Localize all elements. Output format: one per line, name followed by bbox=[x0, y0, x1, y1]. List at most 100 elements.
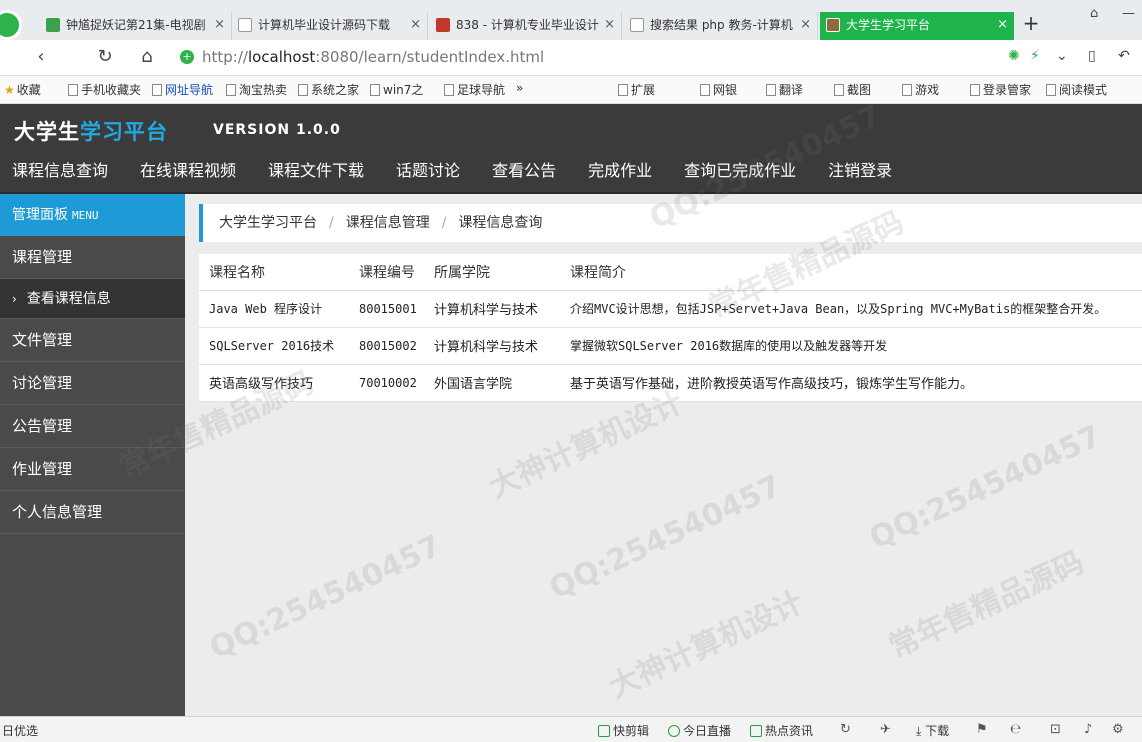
nav-completed-homework[interactable]: 查询已完成作业 bbox=[672, 158, 812, 188]
minimize-icon[interactable]: — bbox=[1122, 6, 1135, 21]
cell-college: 计算机科学与技术 bbox=[424, 327, 560, 365]
star-icon: ★ bbox=[4, 83, 15, 97]
nav-online-video[interactable]: 在线课程视频 bbox=[128, 158, 252, 188]
sidebar-item-file-management[interactable]: 文件管理 bbox=[0, 319, 185, 362]
nav-logout[interactable]: 注销登录 bbox=[816, 158, 908, 188]
brand-logo: 大学生学习平台 bbox=[14, 120, 168, 144]
chevron-right-icon: › bbox=[12, 292, 17, 306]
tab-title: 钟馗捉妖记第21集-电视剧 bbox=[66, 18, 206, 32]
sidebar: 管理面板 MENU 课程管理 › 查看课程信息 文件管理 讨论管理 公告管理 作业管… bbox=[0, 194, 185, 716]
settings-icon[interactable]: ⚙ bbox=[1112, 722, 1124, 737]
breadcrumb-item[interactable]: 课程信息管理 bbox=[346, 215, 430, 231]
status-live[interactable]: 今日直播 bbox=[668, 722, 731, 739]
toolbar-reading-mode[interactable]: 阅读模式 bbox=[1046, 81, 1107, 98]
sidebar-item-discussion-management[interactable]: 讨论管理 bbox=[0, 362, 185, 405]
browser-logo-icon[interactable] bbox=[0, 10, 22, 40]
bookmark-item[interactable]: 系统之家 bbox=[298, 81, 359, 98]
page-icon bbox=[226, 84, 236, 96]
sidebar-item-profile-management[interactable]: 个人信息管理 bbox=[0, 491, 185, 534]
refresh-icon[interactable]: ↻ bbox=[840, 722, 851, 737]
puzzle-icon bbox=[618, 84, 628, 96]
zoom-icon[interactable]: ⊡ bbox=[1050, 722, 1061, 737]
browser-tab-active[interactable]: 大学生学习平台 × bbox=[820, 12, 1014, 40]
bookmarks-bar: ★ 收藏 手机收藏夹 网址导航 淘宝热卖 系统之家 win7之 足球导航 » 扩展… bbox=[0, 76, 1142, 104]
sidebar-subitem-view-courses[interactable]: › 查看课程信息 bbox=[0, 279, 185, 319]
browser-tab[interactable]: 搜索结果 php 教务-计算机 × bbox=[624, 12, 818, 40]
sidebar-subitem-label: 查看课程信息 bbox=[26, 291, 111, 307]
status-download[interactable]: ⤓ 下载 bbox=[916, 722, 949, 739]
url-input[interactable]: + http://localhost:8080/learn/studentInd… bbox=[172, 44, 1072, 72]
nav-do-homework[interactable]: 完成作业 bbox=[576, 158, 668, 188]
toolbar-extensions[interactable]: 扩展 bbox=[618, 81, 655, 98]
cell-description: 掌握微软SQLServer 2016数据库的使用以及触发器等开发 bbox=[560, 327, 1142, 365]
bookmark-item[interactable]: 淘宝热卖 bbox=[226, 81, 287, 98]
status-quick-edit[interactable]: 快剪辑 bbox=[598, 722, 649, 739]
bank-icon bbox=[700, 84, 710, 96]
nav-file-download[interactable]: 课程文件下载 bbox=[256, 158, 380, 188]
undo-icon[interactable]: ↶ bbox=[1118, 48, 1130, 64]
browser-tab[interactable]: 838 - 计算机专业毕业设计 × bbox=[430, 12, 622, 40]
breadcrumb-separator: / bbox=[441, 215, 447, 231]
breadcrumb-item[interactable]: 大学生学习平台 bbox=[219, 215, 317, 231]
main-content: 大学生学习平台 / 课程信息管理 / 课程信息查询 课程名称 课程编号 所属学院 课程简… bbox=[185, 194, 1142, 716]
sidebar-item-announcement-management[interactable]: 公告管理 bbox=[0, 405, 185, 448]
close-icon[interactable]: × bbox=[410, 12, 421, 38]
close-icon[interactable]: × bbox=[997, 12, 1008, 38]
volume-icon[interactable]: ♪ bbox=[1084, 722, 1092, 737]
rocket-icon[interactable]: ✈ bbox=[880, 722, 891, 737]
browser-tab[interactable]: 钟馗捉妖记第21集-电视剧 × bbox=[40, 12, 232, 40]
book-icon bbox=[1046, 84, 1056, 96]
close-icon[interactable]: × bbox=[604, 12, 615, 38]
course-table: 课程名称 课程编号 所属学院 课程简介 Java Web 程序设计 800150… bbox=[199, 254, 1142, 402]
chevron-down-icon[interactable]: ⌄ bbox=[1056, 48, 1068, 64]
scissors-icon bbox=[834, 84, 844, 96]
close-icon[interactable]: × bbox=[214, 12, 225, 38]
bookmark-item[interactable]: 网址导航 bbox=[152, 81, 213, 98]
phone-icon[interactable]: ▯ bbox=[1088, 48, 1096, 64]
browser-tab[interactable]: 计算机毕业设计源码下载 × bbox=[232, 12, 428, 40]
scissors-icon bbox=[598, 725, 610, 737]
table-row[interactable]: 英语高级写作技巧 70010002 外国语言学院 基于英语写作基础，进阶教授英语… bbox=[199, 364, 1142, 402]
toolbar-bank[interactable]: 网银 bbox=[700, 81, 737, 98]
cell-description: 基于英语写作基础，进阶教授英语写作高级技巧，锻炼学生写作能力。 bbox=[560, 364, 1142, 402]
sidebar-item-course-management[interactable]: 课程管理 bbox=[0, 236, 185, 279]
key-icon bbox=[970, 84, 980, 96]
bookmark-item[interactable]: win7之 bbox=[370, 81, 423, 98]
speed-icon[interactable]: ✺ bbox=[1008, 48, 1020, 64]
toolbar-login-manager[interactable]: 登录管家 bbox=[970, 81, 1031, 98]
top-nav: 课程信息查询 在线课程视频 课程文件下载 话题讨论 查看公告 完成作业 查询已完… bbox=[0, 158, 912, 188]
ie-icon[interactable]: ℮ bbox=[1010, 722, 1021, 737]
table-row[interactable]: Java Web 程序设计 80015001 计算机科学与技术 介绍MVC设计思… bbox=[199, 290, 1142, 328]
bookmark-favorites[interactable]: ★ 收藏 bbox=[4, 81, 41, 98]
page-icon bbox=[152, 84, 162, 96]
status-hot-news[interactable]: 热点资讯 bbox=[750, 722, 813, 739]
cell-college: 计算机科学与技术 bbox=[424, 290, 560, 328]
toolbar-screenshot[interactable]: 截图 bbox=[834, 81, 871, 98]
site-icon bbox=[826, 18, 840, 32]
column-header-course-code: 课程编号 bbox=[349, 254, 424, 291]
bookmark-item[interactable]: 手机收藏夹 bbox=[68, 81, 141, 98]
nav-announcements[interactable]: 查看公告 bbox=[480, 158, 572, 188]
bookmark-item[interactable]: 足球导航 bbox=[444, 81, 505, 98]
reload-icon[interactable]: ↻ bbox=[94, 46, 116, 68]
shirt-icon[interactable]: ⌂ bbox=[1090, 6, 1098, 21]
lightning-icon[interactable]: ⚡ bbox=[1030, 48, 1040, 64]
bookmarks-more-button[interactable]: » bbox=[516, 81, 523, 95]
breadcrumb-current: 课程信息查询 bbox=[458, 215, 543, 231]
toolbar-translate[interactable]: 翻译 bbox=[766, 81, 803, 98]
play-icon bbox=[668, 725, 680, 737]
page-icon bbox=[444, 84, 454, 96]
new-tab-button[interactable]: + bbox=[1022, 12, 1040, 36]
back-icon[interactable]: ‹ bbox=[30, 46, 52, 68]
flag-icon[interactable]: ⚑ bbox=[976, 722, 988, 737]
toolbar-games[interactable]: 游戏 bbox=[902, 81, 939, 98]
nav-course-query[interactable]: 课程信息查询 bbox=[0, 158, 124, 188]
page-icon bbox=[298, 84, 308, 96]
sidebar-item-homework-management[interactable]: 作业管理 bbox=[0, 448, 185, 491]
status-left-text[interactable]: 日优选 bbox=[2, 722, 38, 739]
close-icon[interactable]: × bbox=[800, 12, 811, 38]
cell-course-code: 80015001 bbox=[349, 290, 424, 328]
table-row[interactable]: SQLServer 2016技术 80015002 计算机科学与技术 掌握微软S… bbox=[199, 327, 1142, 365]
home-icon[interactable]: ⌂ bbox=[136, 46, 158, 68]
nav-discussion[interactable]: 话题讨论 bbox=[384, 158, 476, 188]
